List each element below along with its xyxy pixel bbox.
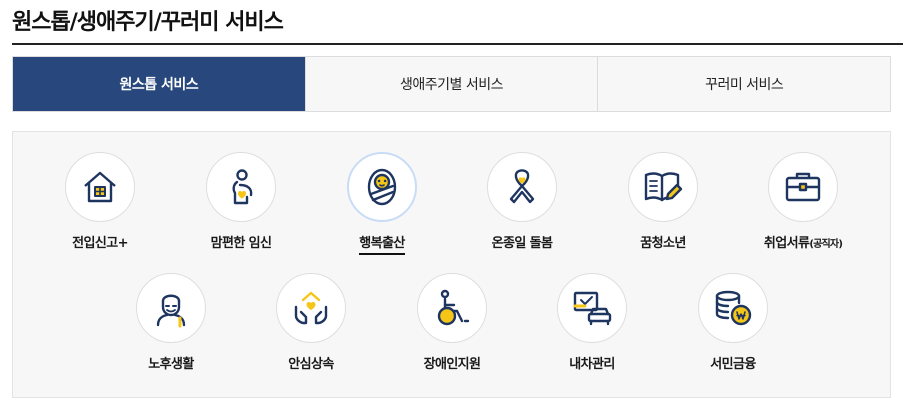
service-icon-circle (347, 152, 417, 222)
service-microfinance[interactable]: 서민금융 (663, 273, 803, 373)
service-label-main: 취업서류 (763, 236, 810, 251)
service-move-in-report[interactable]: 전입신고+ (30, 152, 170, 252)
tab-onestop[interactable]: 원스톱 서비스 (13, 57, 305, 111)
service-disability-support[interactable]: 장애인지원 (382, 273, 522, 373)
service-label: 서민금융 (710, 357, 756, 372)
title-divider (12, 43, 903, 45)
service-icon-circle (628, 152, 698, 222)
service-tabs: 원스톱 서비스 생애주기별 서비스 꾸러미 서비스 (12, 56, 891, 112)
service-label: 장애인지원 (423, 357, 481, 372)
hands-heart-house-icon (294, 291, 328, 325)
service-label-sub: (공직자) (809, 239, 843, 250)
coins-icon (715, 290, 752, 326)
book-pencil-icon (644, 172, 683, 202)
service-label: 온종일 돌봄 (491, 236, 553, 251)
service-icon-circle (557, 273, 627, 343)
service-icon-circle (276, 273, 346, 343)
service-childbirth[interactable]: 행복출산 (312, 152, 452, 255)
pregnant-woman-icon (232, 169, 253, 205)
baby-icon (367, 168, 397, 206)
service-icon-circle (65, 152, 135, 222)
service-youth[interactable]: 꿈청소년 (593, 152, 733, 252)
service-pregnancy[interactable]: 맘편한 임신 (171, 152, 311, 252)
service-icon-circle (206, 152, 276, 222)
service-label: 맘편한 임신 (210, 236, 272, 251)
ribbon-heart-icon (509, 169, 535, 204)
tab-package[interactable]: 꾸러미 서비스 (597, 57, 890, 111)
service-label: 전입신고+ (72, 236, 128, 251)
service-icon-circle (698, 273, 768, 343)
briefcase-icon (785, 172, 821, 202)
service-label: 행복출산 (359, 236, 405, 255)
service-employment-docs[interactable]: 취업서류(공직자) (733, 152, 873, 253)
service-inheritance[interactable]: 안심상속 (241, 273, 381, 373)
car-document-icon (573, 291, 612, 326)
service-childcare[interactable]: 온종일 돌봄 (452, 152, 592, 252)
service-label: 노후생활 (148, 357, 194, 372)
service-icon-circle (487, 152, 557, 222)
wheelchair-icon (437, 289, 470, 326)
service-icon-circle (417, 273, 487, 343)
service-label: 취업서류(공직자) (763, 236, 843, 253)
house-icon (84, 171, 116, 203)
service-label: 내차관리 (569, 357, 615, 372)
service-retirement[interactable]: 노후생활 (101, 273, 241, 373)
elderly-icon (156, 294, 186, 328)
service-icon-circle (768, 152, 838, 222)
service-label: 안심상속 (288, 357, 334, 372)
service-label: 꿈청소년 (640, 236, 686, 251)
tab-lifecycle[interactable]: 생애주기별 서비스 (304, 57, 598, 111)
service-icon-circle (136, 273, 206, 343)
service-car-management[interactable]: 내차관리 (522, 273, 662, 373)
service-panel: 전입신고+ 맘편한 임신 행복출산 온종일 돌봄 꿈청소년 취업서류(공직자) … (12, 131, 891, 398)
page-title: 원스톱/생애주기/꾸러미 서비스 (12, 10, 284, 35)
